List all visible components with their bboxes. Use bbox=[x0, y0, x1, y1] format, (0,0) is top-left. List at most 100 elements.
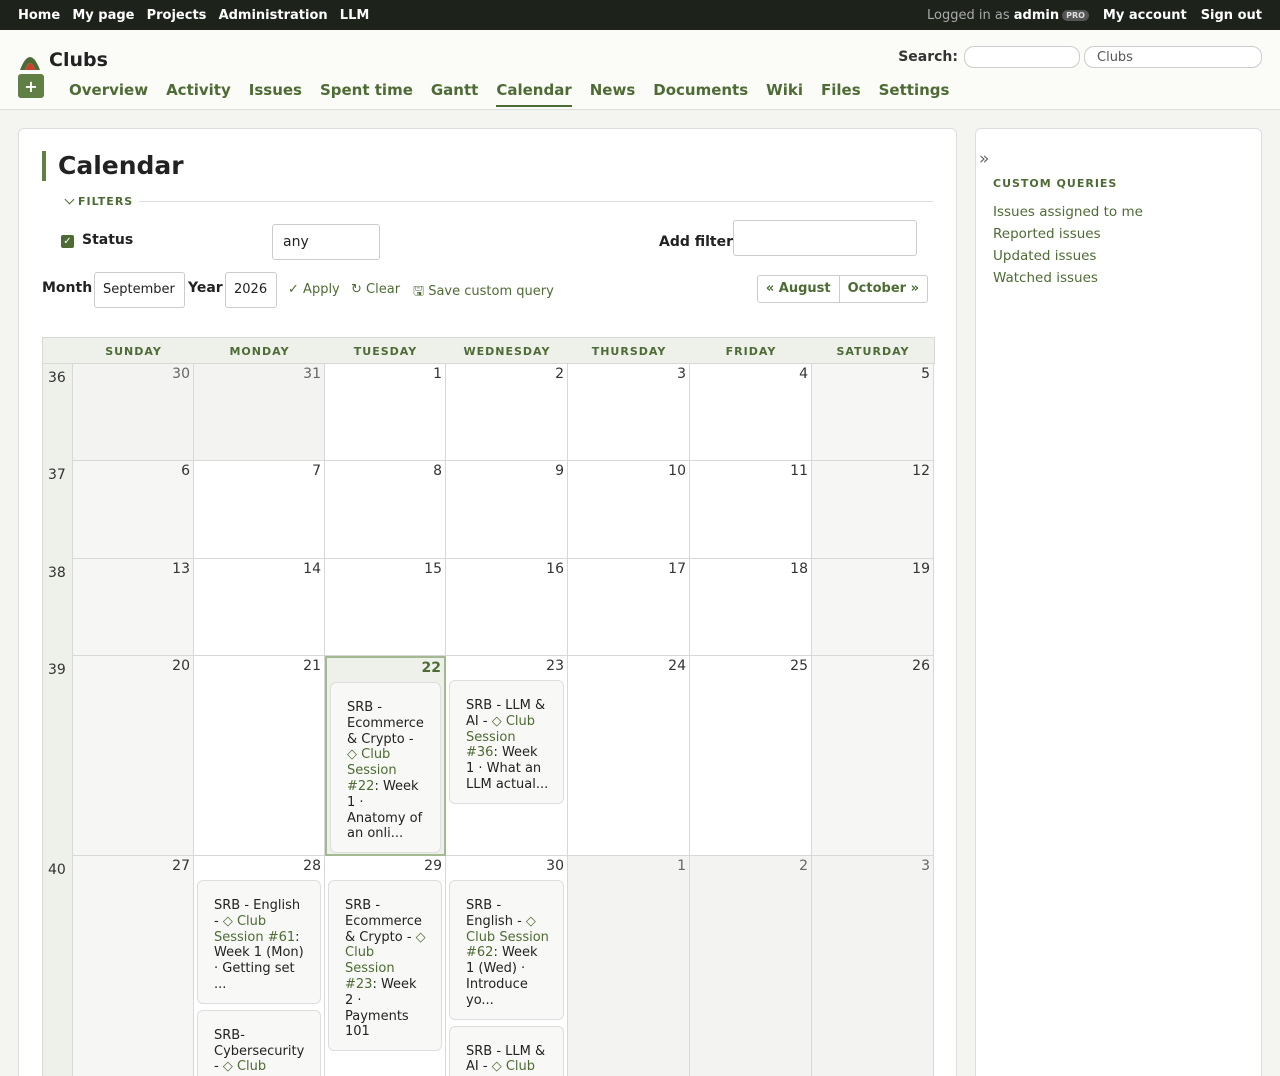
calendar-day[interactable]: 8 bbox=[325, 461, 446, 559]
calendar-day[interactable]: 31 bbox=[194, 364, 325, 461]
top-link-projects[interactable]: Projects bbox=[147, 8, 207, 23]
custom-queries-heading: CUSTOM QUERIES bbox=[993, 177, 1118, 190]
apply-button[interactable]: ✓ Apply bbox=[288, 282, 340, 297]
calendar-day[interactable]: 23 SRB - LLM & AI - ◇ Club Session #36: … bbox=[446, 656, 568, 856]
calendar-issue[interactable]: SRB - English - ◇ Club Session #62: Week… bbox=[449, 880, 564, 1020]
calendar-day[interactable]: 5 bbox=[812, 364, 934, 461]
save-label: Save custom query bbox=[428, 284, 554, 299]
calendar-day[interactable]: 1 bbox=[325, 364, 446, 461]
calendar-day-today[interactable]: 22 SRB - Ecommerce & Crypto - ◇ Club Ses… bbox=[325, 656, 446, 856]
calendar-day[interactable]: 30 bbox=[73, 364, 194, 461]
sidebar-toggle-icon[interactable]: » bbox=[979, 149, 989, 169]
add-filter-label: Add filter bbox=[659, 234, 734, 250]
calendar-day[interactable]: 25 bbox=[690, 656, 812, 856]
calendar-day[interactable]: 13 bbox=[73, 559, 194, 656]
clear-button[interactable]: ↻ Clear bbox=[351, 282, 400, 297]
tab-calendar[interactable]: Calendar bbox=[496, 81, 572, 107]
calendar-day[interactable]: 11 bbox=[690, 461, 812, 559]
year-select[interactable]: 2026 bbox=[225, 272, 277, 308]
my-account-link[interactable]: My account bbox=[1103, 8, 1187, 23]
logged-in-prefix: Logged in as bbox=[927, 7, 1010, 23]
weekday-header: FRIDAY bbox=[725, 345, 777, 358]
calendar-day[interactable]: 30 SRB - English - ◇ Club Session #62: W… bbox=[446, 856, 568, 1076]
query-link-updated[interactable]: Updated issues bbox=[993, 248, 1096, 264]
day-number: 31 bbox=[303, 366, 321, 382]
calendar-day[interactable]: 3 bbox=[568, 364, 690, 461]
calendar-issue[interactable]: SRB - Ecommerce & Crypto - ◇ Club Sessio… bbox=[330, 682, 441, 854]
tab-files[interactable]: Files bbox=[821, 81, 861, 107]
filters-toggle[interactable]: FILTERS bbox=[64, 194, 933, 208]
tab-issues[interactable]: Issues bbox=[249, 81, 302, 107]
calendar-day[interactable]: 17 bbox=[568, 559, 690, 656]
calendar-day[interactable]: 15 bbox=[325, 559, 446, 656]
query-link-reported[interactable]: Reported issues bbox=[993, 226, 1101, 242]
next-month-button[interactable]: October » bbox=[838, 276, 927, 302]
top-link-llm[interactable]: LLM bbox=[340, 8, 370, 23]
calendar-day[interactable]: 12 bbox=[812, 461, 934, 559]
calendar-day[interactable]: 19 bbox=[812, 559, 934, 656]
day-number: 30 bbox=[546, 858, 564, 874]
calendar-day[interactable]: 29 SRB - Ecommerce & Crypto - ◇ Club Ses… bbox=[325, 856, 446, 1076]
calendar-day[interactable]: 14 bbox=[194, 559, 325, 656]
tab-documents[interactable]: Documents bbox=[653, 81, 748, 107]
calendar-day[interactable]: 28 SRB - English - ◇ Club Session #61: W… bbox=[194, 856, 325, 1076]
calendar-issue[interactable]: SRB- Cybersecurity - ◇ Club Session bbox=[197, 1009, 321, 1076]
day-number: 16 bbox=[546, 561, 564, 577]
calendar-day[interactable]: 21 bbox=[194, 656, 325, 856]
calendar-day[interactable]: 27 bbox=[73, 856, 194, 1076]
calendar-day[interactable]: 4 bbox=[690, 364, 812, 461]
issue-link[interactable]: ◇ Club Session #61 bbox=[214, 914, 295, 945]
sign-out-link[interactable]: Sign out bbox=[1201, 8, 1262, 23]
query-link-assigned[interactable]: Issues assigned to me bbox=[993, 204, 1143, 220]
tab-activity[interactable]: Activity bbox=[166, 81, 231, 107]
prev-month-button[interactable]: « August bbox=[758, 276, 839, 302]
calendar-issue[interactable]: SRB - LLM & AI - ◇ Club Session bbox=[449, 1025, 564, 1076]
quick-search: Search: Clubs bbox=[898, 46, 1262, 68]
calendar-grid: SUNDAY MONDAY TUESDAY WEDNESDAY THURSDAY… bbox=[42, 337, 935, 1076]
search-input[interactable] bbox=[964, 46, 1080, 68]
tab-wiki[interactable]: Wiki bbox=[766, 81, 803, 107]
day-number: 14 bbox=[303, 561, 321, 577]
calendar-day[interactable]: 18 bbox=[690, 559, 812, 656]
calendar-issue[interactable]: SRB - Ecommerce & Crypto - ◇ Club Sessio… bbox=[328, 880, 442, 1052]
save-query-button[interactable]: 🖫 Save custom query bbox=[413, 282, 554, 304]
calendar-issue[interactable]: SRB - English - ◇ Club Session #61: Week… bbox=[197, 880, 321, 1004]
check-icon: ✓ bbox=[288, 282, 299, 297]
calendar-day[interactable]: 26 bbox=[812, 656, 934, 856]
logged-in-user[interactable]: admin bbox=[1014, 8, 1059, 23]
calendar-issue[interactable]: SRB - LLM & AI - ◇ Club Session #36: Wee… bbox=[449, 680, 564, 804]
project-title[interactable]: Clubs bbox=[49, 49, 108, 71]
month-select[interactable]: September bbox=[94, 272, 185, 308]
new-object-button[interactable]: + bbox=[18, 74, 44, 98]
tab-settings[interactable]: Settings bbox=[879, 81, 950, 107]
tab-spent-time[interactable]: Spent time bbox=[320, 81, 413, 107]
calendar-day[interactable]: 24 bbox=[568, 656, 690, 856]
save-icon: 🖫 bbox=[413, 284, 425, 299]
day-number: 29 bbox=[424, 858, 442, 874]
calendar-day[interactable]: 1 bbox=[568, 856, 690, 1076]
tab-gantt[interactable]: Gantt bbox=[431, 81, 478, 107]
query-link-watched[interactable]: Watched issues bbox=[993, 270, 1098, 286]
calendar-day[interactable]: 3 bbox=[812, 856, 934, 1076]
calendar-day[interactable]: 2 bbox=[446, 364, 568, 461]
calendar-day[interactable]: 10 bbox=[568, 461, 690, 559]
top-link-home[interactable]: Home bbox=[18, 8, 60, 23]
calendar-day[interactable]: 7 bbox=[194, 461, 325, 559]
calendar-day[interactable]: 20 bbox=[73, 656, 194, 856]
calendar-day[interactable]: 2 bbox=[690, 856, 812, 1076]
day-number: 1 bbox=[677, 858, 686, 874]
day-number: 1 bbox=[433, 366, 442, 382]
top-link-my-page[interactable]: My page bbox=[72, 8, 134, 23]
calendar-day[interactable]: 6 bbox=[73, 461, 194, 559]
day-number: 12 bbox=[912, 463, 930, 479]
status-operator-select[interactable]: any bbox=[272, 224, 380, 260]
calendar-day[interactable]: 9 bbox=[446, 461, 568, 559]
tab-overview[interactable]: Overview bbox=[69, 81, 148, 107]
add-filter-select[interactable] bbox=[733, 220, 917, 256]
year-label: Year bbox=[188, 280, 223, 296]
calendar-day[interactable]: 16 bbox=[446, 559, 568, 656]
top-link-administration[interactable]: Administration bbox=[219, 8, 328, 23]
status-filter-checkbox[interactable]: ✓ bbox=[61, 235, 74, 248]
project-jump-box[interactable]: Clubs bbox=[1084, 46, 1262, 68]
tab-news[interactable]: News bbox=[590, 81, 636, 107]
